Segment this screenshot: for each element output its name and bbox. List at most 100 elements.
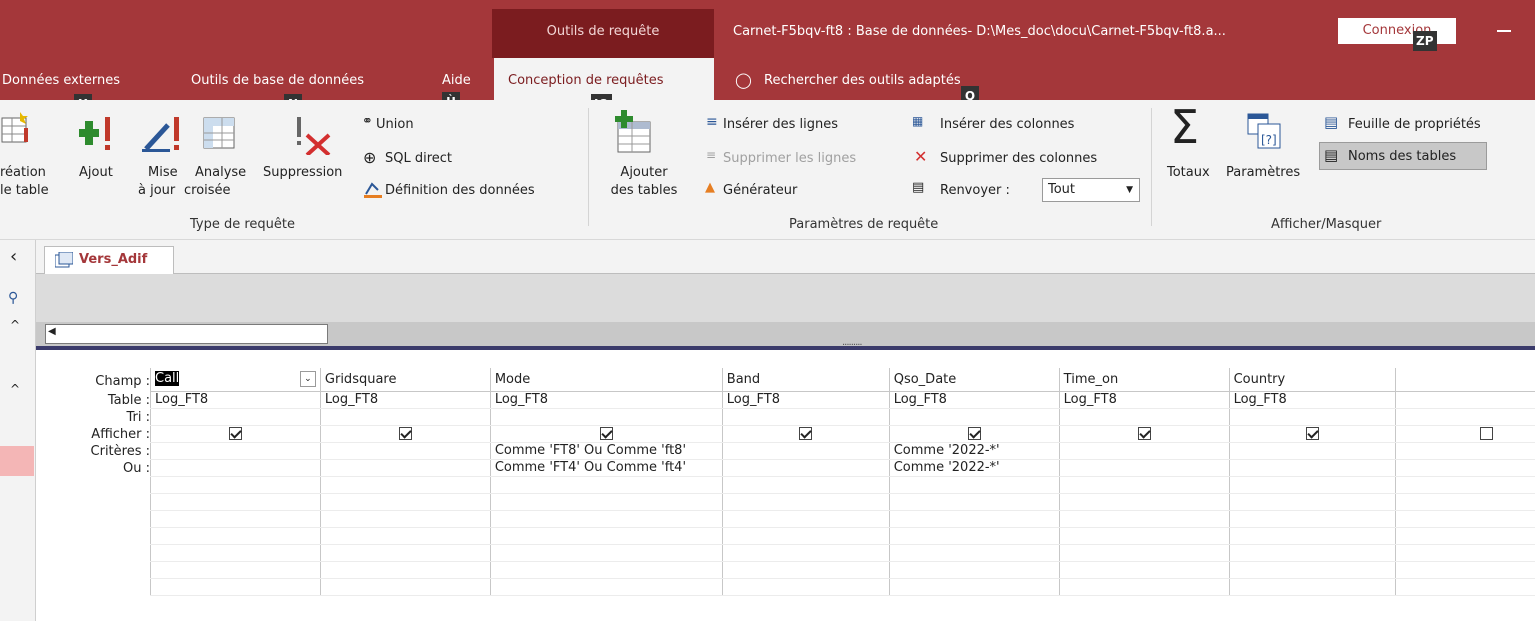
add-tables-label-2[interactable]: des tables [604,182,684,199]
show-checkbox[interactable] [1480,427,1493,440]
criteria-cell[interactable] [1058,442,1230,460]
show-checkbox[interactable] [599,427,613,440]
add-tables-label[interactable]: Ajouter [604,164,684,181]
grid-cell[interactable] [888,578,1060,596]
make-table-label[interactable]: réation [0,164,46,181]
grid-cell[interactable] [721,476,890,494]
sort-cell[interactable] [721,408,890,426]
grid-cell[interactable] [489,578,723,596]
grid-cell[interactable] [150,544,321,562]
grid-cell[interactable] [150,578,321,596]
builder-button[interactable]: Générateur [723,182,797,199]
criteria-cell[interactable] [150,442,321,460]
criteria-cell[interactable] [1394,442,1535,460]
field-cell[interactable]: Country [1228,368,1395,392]
grid-cell[interactable] [1228,561,1395,579]
totals-label[interactable]: Totaux [1167,164,1210,181]
grid-cell[interactable] [721,510,890,528]
grid-cell[interactable] [1394,510,1535,528]
grid-cell[interactable] [721,527,890,545]
union-button[interactable]: Union [376,116,414,133]
grid-cell[interactable] [150,510,321,528]
grid-cell[interactable] [489,544,723,562]
delete-query-icon[interactable] [295,115,339,155]
grid-cell[interactable] [150,493,321,511]
table-cell[interactable]: Log_FT8 [721,391,890,409]
sort-cell[interactable] [489,408,723,426]
grid-cell[interactable] [319,510,491,528]
sort-cell[interactable] [150,408,321,426]
grid-cell[interactable] [319,527,491,545]
sort-cell[interactable] [319,408,491,426]
criteria-cell[interactable] [721,442,890,460]
grid-cell[interactable] [1058,527,1230,545]
minimize-button[interactable] [1497,30,1511,32]
pass-through-button[interactable]: SQL direct [385,150,452,167]
or-cell[interactable] [721,459,890,477]
field-call-value[interactable]: Call [155,371,180,387]
grid-cell[interactable] [489,510,723,528]
show-checkbox[interactable] [228,427,242,440]
chevron-up-icon[interactable]: ^ [10,318,20,332]
scroll-left-icon[interactable]: ◀ [48,326,56,337]
grid-cell[interactable] [1228,476,1395,494]
or-cell[interactable]: Comme '2022-*' [888,459,1060,477]
insert-columns-button[interactable]: Insérer des colonnes [940,116,1074,133]
show-checkbox[interactable] [1137,427,1151,440]
grid-cell[interactable] [1058,493,1230,511]
tab-external-data[interactable]: Données externes [2,73,120,88]
chevron-down-icon[interactable]: ⌄ [299,371,316,388]
criteria-cell[interactable] [1228,442,1395,460]
criteria-cell[interactable]: Comme '2022-*' [888,442,1060,460]
grid-cell[interactable] [150,527,321,545]
grid-cell[interactable] [1058,561,1230,579]
grid-cell[interactable] [1394,476,1535,494]
field-cell[interactable]: Qso_Date [888,368,1060,392]
criteria-cell[interactable] [319,442,491,460]
property-sheet-button[interactable]: Feuille de propriétés [1348,116,1481,133]
table-cell[interactable]: Log_FT8 [489,391,723,409]
parameters-icon[interactable]: [?] [1246,112,1282,150]
show-checkbox[interactable] [799,427,813,440]
update-label[interactable]: Mise [148,164,178,181]
grid-cell[interactable] [1394,544,1535,562]
grid-cell[interactable] [1228,544,1395,562]
grid-cell[interactable] [489,476,723,494]
chevron-up-icon[interactable]: ^ [10,382,20,396]
table-cell[interactable]: Log_FT8 [1228,391,1395,409]
grid-cell[interactable] [1058,578,1230,596]
grid-cell[interactable] [489,493,723,511]
tab-vers-adif[interactable]: Vers_Adif [44,246,174,274]
criteria-cell[interactable]: Comme 'FT8' Ou Comme 'ft8' [489,442,723,460]
tab-database-tools[interactable]: Outils de base de données [191,73,364,88]
grid-cell[interactable] [888,561,1060,579]
splitter-grip-icon[interactable]: ········· [842,341,882,351]
grid-cell[interactable] [1394,561,1535,579]
delete-rows-button[interactable]: Supprimer les lignes [723,150,856,167]
grid-cell[interactable] [150,561,321,579]
grid-cell[interactable] [888,527,1060,545]
delete-columns-button[interactable]: Supprimer des colonnes [940,150,1097,167]
connect-button[interactable]: Connexion [1338,18,1456,44]
grid-cell[interactable] [1228,527,1395,545]
sort-cell[interactable] [1394,408,1535,426]
crosstab-icon[interactable] [203,117,235,149]
tell-me-search[interactable]: Rechercher des outils adaptés [764,73,961,88]
show-checkbox[interactable] [1305,427,1319,440]
delete-query-label[interactable]: Suppression [263,164,342,181]
update-icon[interactable] [142,115,184,153]
insert-rows-button[interactable]: Insérer des lignes [723,116,838,133]
grid-cell[interactable] [319,476,491,494]
grid-cell[interactable] [1228,578,1395,596]
make-table-icon[interactable] [0,112,30,146]
show-checkbox[interactable] [967,427,981,440]
field-cell[interactable] [1394,368,1535,392]
grid-cell[interactable] [721,578,890,596]
field-cell[interactable]: Mode [489,368,723,392]
append-icon[interactable] [79,115,119,151]
sort-cell[interactable] [1228,408,1395,426]
sort-cell[interactable] [1058,408,1230,426]
grid-cell[interactable] [150,476,321,494]
table-cell[interactable] [1394,391,1535,409]
grid-cell[interactable] [1058,510,1230,528]
